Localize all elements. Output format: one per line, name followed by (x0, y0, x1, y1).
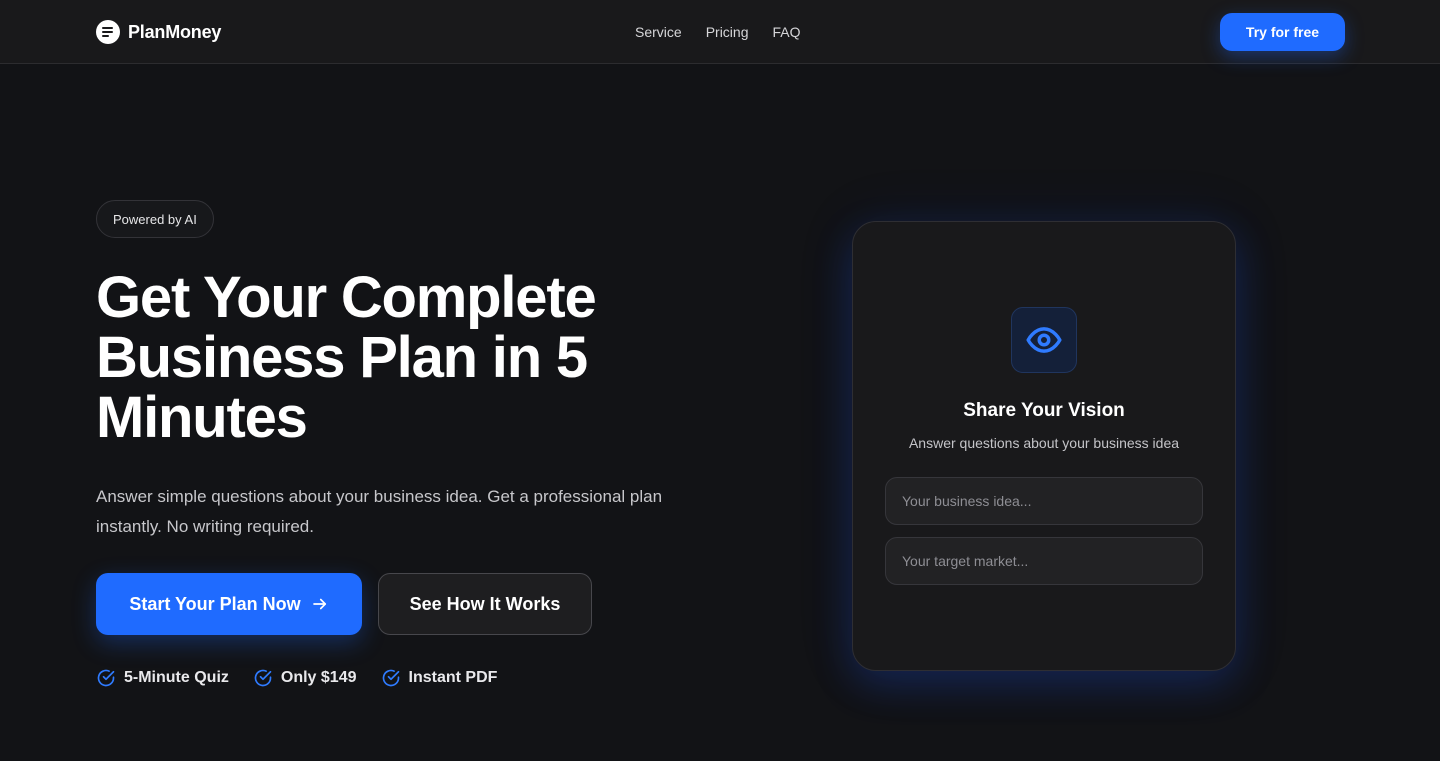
check-circle-icon (254, 669, 272, 687)
feature-list: 5-Minute Quiz Only $149 Instant PDF (96, 666, 497, 690)
feature-label: Only $149 (280, 669, 357, 686)
brand-name: PlanMoney (128, 21, 222, 42)
logo-icon (96, 20, 120, 44)
hero-title: Get Your Complete Business Plan in 5 Min… (96, 265, 597, 450)
eye-icon (1026, 327, 1062, 353)
share-vision-card: Share Your Vision Answer questions about… (852, 221, 1236, 671)
start-plan-button[interactable]: Start Your Plan Now (96, 573, 362, 635)
powered-by-ai-badge: Powered by AI (96, 200, 214, 238)
feature-item: Only $149 (253, 668, 357, 688)
see-how-it-works-button[interactable]: See How It Works (378, 573, 592, 635)
nav-link-pricing[interactable]: Pricing (706, 24, 749, 40)
try-for-free-button[interactable]: Try for free (1220, 13, 1345, 51)
card-subtitle: Answer questions about your business ide… (908, 435, 1180, 451)
feature-label: Instant PDF (408, 669, 498, 686)
badge-label: Powered by AI (113, 211, 197, 227)
nav-link-faq[interactable]: FAQ (772, 24, 800, 40)
nav-link-service[interactable]: Service (635, 24, 682, 40)
brand-logo[interactable]: PlanMoney (96, 19, 221, 45)
site-header: PlanMoney Service Pricing FAQ Try for fr… (0, 0, 1440, 64)
arrow-right-icon (312, 598, 326, 610)
feature-item: 5-Minute Quiz (96, 668, 229, 688)
check-circle-icon (97, 669, 115, 687)
feature-label: 5-Minute Quiz (124, 669, 229, 686)
card-icon-tile (1011, 307, 1077, 373)
target-market-input[interactable] (885, 537, 1203, 585)
card-title: Share Your Vision (963, 400, 1125, 421)
feature-item: Instant PDF (381, 668, 498, 688)
main-nav: Service Pricing FAQ (635, 0, 801, 64)
start-plan-label: Start Your Plan Now (129, 593, 301, 614)
check-circle-icon (382, 669, 399, 687)
hero-subtitle: Answer simple questions about your busin… (96, 487, 663, 536)
business-idea-input[interactable] (885, 477, 1203, 525)
